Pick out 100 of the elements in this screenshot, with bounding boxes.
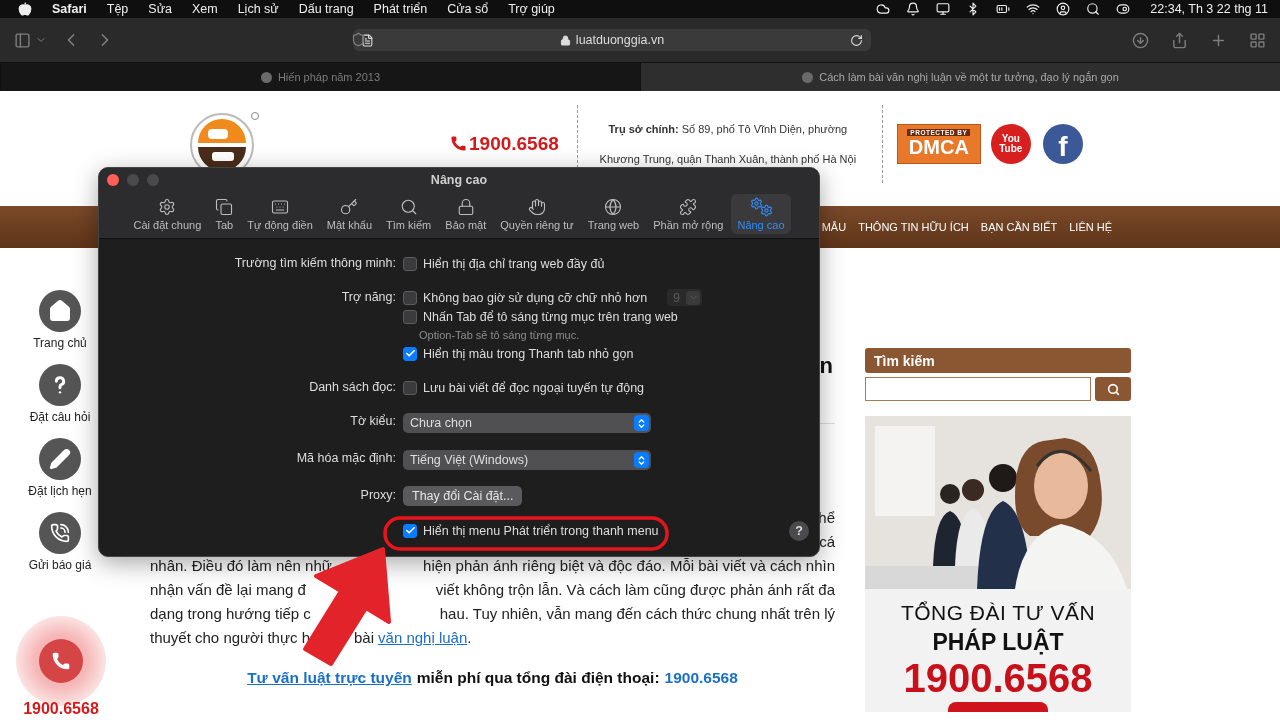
checkbox[interactable]: [403, 290, 417, 305]
paragraph-text: dạng trong hướng tiếp c: [150, 604, 311, 622]
gear-icon: [158, 198, 177, 216]
banner-title: TỔNG ĐÀI TƯ VẤN: [900, 601, 1096, 625]
user-icon[interactable]: [1056, 2, 1071, 16]
shield-icon[interactable]: [351, 32, 366, 47]
key-icon: [340, 198, 359, 216]
action-button[interactable]: [39, 290, 81, 332]
tab-overview-icon[interactable]: [1249, 31, 1266, 49]
apple-icon[interactable]: [18, 2, 32, 16]
nav-link[interactable]: LIÊN HỆ: [1069, 221, 1112, 233]
download-icon[interactable]: [1132, 31, 1149, 49]
reader-icon[interactable]: [361, 33, 374, 47]
favicon-icon: [802, 71, 814, 83]
preferences-tab[interactable]: Quyền riêng tư: [494, 194, 580, 234]
checkbox-label: Lưu bài viết để đọc ngoại tuyến tự động: [423, 380, 645, 395]
menu-item[interactable]: Sửa: [148, 2, 172, 16]
checkbox-label: Hiển thị địa chỉ trang web đầy đủ: [423, 256, 605, 271]
control-center-icon[interactable]: [1116, 2, 1131, 16]
paragraph-text: bài: [354, 628, 375, 646]
phone-icon: [450, 135, 467, 152]
browser-tab[interactable]: Cách làm bài văn nghị luận về một tư tưởng, đạo lý ngắn gọn: [640, 63, 1280, 91]
popup-menu[interactable]: Chưa chọn: [403, 413, 651, 433]
banner-phone: 1900.6568: [903, 656, 1093, 700]
paragraph-text: hau. Tuy nhiên, vẫn mang đến cách thức chung nhất trên lý: [439, 604, 835, 622]
preferences-tab[interactable]: Cài đặt chung: [127, 194, 208, 234]
action-button[interactable]: [39, 512, 81, 554]
keyboard-icon: [271, 198, 290, 216]
bell-icon[interactable]: [906, 2, 921, 16]
setting-label: Trợ năng:: [340, 289, 396, 306]
setting-label: Tờ kiểu:: [349, 413, 396, 430]
action-label: Trang chủ: [33, 336, 87, 350]
preferences-tab[interactable]: Phần mở rộng: [647, 194, 730, 234]
action-button[interactable]: [39, 364, 81, 406]
share-icon[interactable]: [1171, 31, 1188, 49]
preferences-tab[interactable]: Tab: [209, 194, 240, 234]
close-button[interactable]: [107, 174, 119, 186]
badge-title: DMCA: [908, 136, 969, 158]
checkbox[interactable]: [403, 523, 417, 538]
menu-item[interactable]: Cửa sổ: [447, 2, 489, 16]
search-icon[interactable]: [1086, 2, 1101, 16]
address-text: Trụ sở chính: Số 89, phố Tô Vĩnh Diện, phường Khương Trung, quận Thanh Xuân, thành phố Hà Nội: [598, 121, 858, 167]
updown-icon: [636, 417, 647, 429]
preferences-tab[interactable]: Bảo mật: [439, 194, 493, 234]
nav-link[interactable]: BẠN CẦN BIẾT: [980, 221, 1058, 233]
globe-icon: [604, 198, 623, 216]
checkbox[interactable]: [403, 309, 417, 324]
menu-item[interactable]: Xem: [191, 2, 218, 16]
menu-item[interactable]: Lịch sử: [237, 2, 279, 16]
paragraph-text: viết không trộn lẫn. Và cách làm cũng được phản ánh rất đa: [435, 580, 835, 598]
call-button[interactable]: [39, 639, 83, 683]
address-bar[interactable]: luatduonggia.vn: [353, 29, 871, 51]
call-number[interactable]: 1900.6568: [23, 700, 99, 718]
checkbox-label: Hiển thị màu trong Thanh tab nhỏ gọn: [423, 346, 634, 361]
help-button[interactable]: ?: [789, 521, 809, 541]
tab-title: Cách làm bài văn nghị luận về một tư tưởng, đạo lý ngắn gọn: [819, 71, 1119, 83]
preferences-tab[interactable]: Tự động điền: [241, 194, 319, 234]
clock[interactable]: 22:34, Th 3 22 thg 11: [1150, 2, 1268, 16]
phone-link[interactable]: 1900.6568: [664, 669, 738, 687]
menu-item[interactable]: Trợ giúp: [508, 2, 555, 16]
sidebar-icon[interactable]: [14, 31, 31, 49]
wifi-icon[interactable]: [1026, 2, 1041, 16]
puzzle-icon: [679, 198, 698, 216]
nav-link[interactable]: THÔNG TIN HỮU ÍCH: [858, 221, 969, 233]
menu-item[interactable]: Safari: [52, 2, 87, 16]
cloud-icon[interactable]: [876, 2, 891, 16]
browser-tab[interactable]: Hiến pháp năm 2013: [0, 63, 640, 91]
video-channel-link[interactable]: You Tube: [990, 123, 1031, 164]
banner-button[interactable]: [948, 702, 1048, 712]
social-link[interactable]: f: [1042, 123, 1083, 164]
action-button[interactable]: [39, 438, 81, 480]
nav-link[interactable]: MẪU: [821, 221, 847, 233]
updown-icon: [636, 454, 647, 466]
menu-item[interactable]: Dấu trang: [298, 2, 354, 16]
reload-icon[interactable]: [850, 33, 863, 47]
battery-icon[interactable]: [996, 2, 1011, 16]
menu-item[interactable]: Tệp: [106, 2, 129, 16]
preferences-tab[interactable]: Mật khẩu: [320, 194, 379, 234]
checkbox[interactable]: [403, 256, 417, 271]
checkbox-label: Hiển thị menu Phát triển trong thanh menu: [423, 523, 659, 538]
checkbox[interactable]: [403, 346, 417, 361]
window-title: Nâng cao: [429, 173, 489, 187]
preferences-tab[interactable]: Trang web: [581, 194, 646, 234]
lock-icon: [559, 34, 571, 46]
preferences-tab[interactable]: Tìm kiếm: [380, 194, 438, 234]
ad-banner[interactable]: TỔNG ĐÀI TƯ VẤN PHÁP LUẬT 1900.6568: [865, 416, 1131, 712]
setting-label: Mã hóa mặc định:: [295, 450, 396, 467]
checkbox-label: Không bao giờ sử dụng cỡ chữ nhỏ hơn: [423, 290, 648, 305]
article-heading: n: [819, 352, 834, 380]
proxy-button[interactable]: Thay đổi Cài đặt...: [403, 486, 523, 506]
setting-label: Danh sách đọc:: [308, 379, 396, 396]
menu-item[interactable]: Phát triển: [373, 2, 428, 16]
display-icon[interactable]: [936, 2, 951, 16]
checkbox[interactable]: [403, 380, 417, 395]
consult-link[interactable]: Tư vấn luật trực tuyến: [247, 669, 412, 687]
hotline-number[interactable]: 1900.6568: [469, 132, 559, 155]
logo-word: You: [1001, 133, 1020, 144]
search-field[interactable]: [865, 377, 1091, 401]
popup-menu[interactable]: Tiếng Việt (Windows): [403, 450, 651, 470]
search-button[interactable]: [1095, 377, 1131, 401]
